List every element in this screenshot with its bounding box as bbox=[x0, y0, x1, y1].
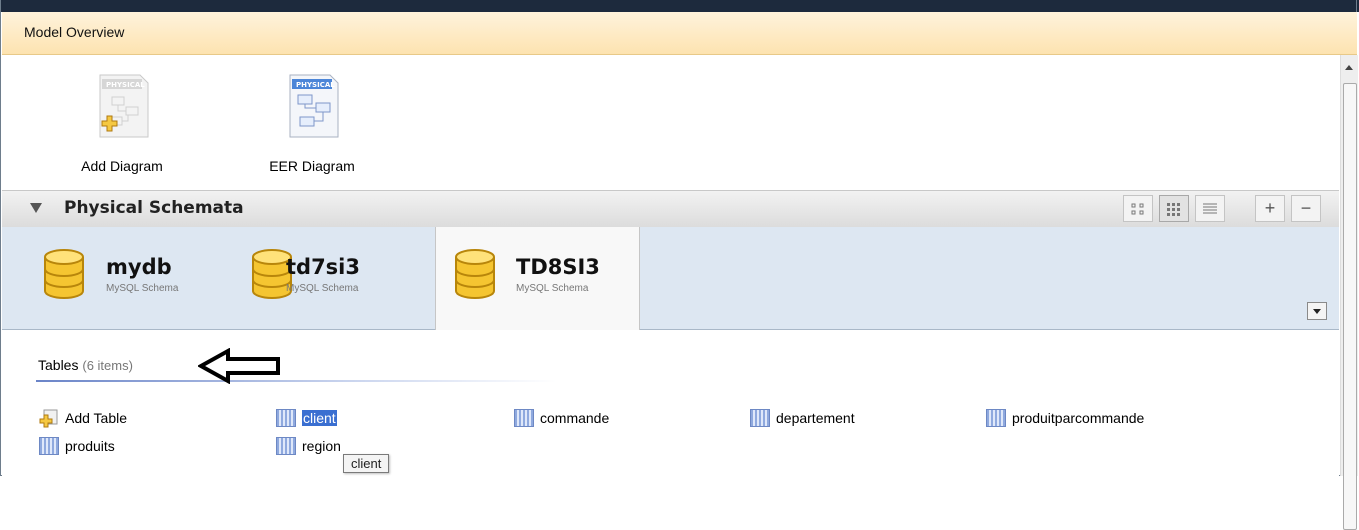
add-schema-button[interactable]: + bbox=[1255, 195, 1285, 222]
panel-title-bar: Model Overview bbox=[2, 12, 1357, 55]
svg-text:PHYSICAL: PHYSICAL bbox=[296, 81, 335, 89]
table-icon bbox=[514, 409, 534, 427]
panel-title: Model Overview bbox=[24, 24, 125, 40]
table-item-produitparcommande[interactable]: produitparcommande bbox=[986, 408, 1144, 428]
schema-tab-strip: mydb MySQL Schema td7si3 MySQL Schema TD… bbox=[2, 227, 1339, 330]
database-icon bbox=[44, 249, 84, 299]
eer-diagram-icon: PHYSICAL bbox=[289, 74, 339, 138]
table-icon bbox=[750, 409, 770, 427]
add-diagram-icon: PHYSICAL bbox=[99, 74, 149, 138]
collapse-triangle-icon[interactable] bbox=[30, 203, 42, 213]
scrollbar-thumb[interactable] bbox=[1343, 83, 1357, 530]
table-icon bbox=[39, 437, 59, 455]
physical-schemata-title: Physical Schemata bbox=[64, 198, 244, 218]
medium-icons-view-button[interactable] bbox=[1159, 195, 1189, 222]
table-name: produitparcommande bbox=[1012, 410, 1145, 426]
tables-heading: Tables (6 items) bbox=[38, 357, 133, 373]
table-name: produits bbox=[65, 438, 115, 454]
list-view-button[interactable] bbox=[1195, 195, 1225, 222]
remove-schema-button[interactable]: − bbox=[1291, 195, 1321, 222]
schema-subtitle: MySQL Schema bbox=[106, 283, 179, 294]
vertical-scrollbar[interactable] bbox=[1340, 55, 1358, 530]
eer-diagram-label: EER Diagram bbox=[269, 158, 355, 174]
schema-name: mydb bbox=[106, 255, 172, 279]
schema-subtitle: MySQL Schema bbox=[516, 283, 589, 294]
add-table-label: Add Table bbox=[65, 410, 128, 426]
table-icon bbox=[986, 409, 1006, 427]
scroll-up-icon[interactable] bbox=[1345, 65, 1353, 70]
table-icon bbox=[276, 409, 296, 427]
svg-text:PHYSICAL: PHYSICAL bbox=[106, 81, 145, 89]
schema-subtitle: MySQL Schema bbox=[286, 283, 359, 294]
left-arrow-annotation-icon bbox=[198, 348, 280, 384]
dropdown-arrow-icon bbox=[1313, 309, 1321, 314]
schema-tab-td8si3[interactable]: TD8SI3 MySQL Schema bbox=[435, 227, 640, 330]
table-name: commande bbox=[540, 410, 610, 426]
small-icons-view-button[interactable] bbox=[1123, 195, 1153, 222]
list-view-icon bbox=[1203, 203, 1217, 213]
tables-section: Tables (6 items) Add Table client comman… bbox=[2, 330, 1339, 476]
schema-tab-mydb[interactable]: mydb MySQL Schema bbox=[32, 227, 222, 329]
add-table-button[interactable]: Add Table bbox=[39, 408, 127, 428]
schema-tab-td7si3[interactable]: td7si3 MySQL Schema bbox=[240, 227, 430, 329]
database-icon bbox=[455, 249, 495, 299]
schema-name: td7si3 bbox=[286, 255, 360, 279]
table-item-client[interactable]: client bbox=[276, 408, 337, 428]
diagrams-section: PHYSICAL Add Diagram PHYSICAL EER Diagra… bbox=[2, 55, 1339, 190]
table-item-commande[interactable]: commande bbox=[514, 408, 609, 428]
schema-name: TD8SI3 bbox=[516, 255, 600, 279]
small-icons-view-icon bbox=[1131, 203, 1144, 214]
add-table-icon bbox=[39, 408, 59, 428]
tables-heading-underline bbox=[36, 380, 556, 382]
table-icon bbox=[276, 437, 296, 455]
schema-dropdown-button[interactable] bbox=[1307, 302, 1327, 320]
tables-label: Tables bbox=[38, 357, 79, 373]
tables-count: (6 items) bbox=[82, 358, 133, 373]
table-name: client bbox=[302, 410, 337, 426]
table-item-departement[interactable]: departement bbox=[750, 408, 855, 428]
physical-schemata-header[interactable]: Physical Schemata + − bbox=[2, 190, 1339, 228]
tooltip: client bbox=[343, 454, 390, 473]
medium-icons-view-icon bbox=[1167, 202, 1180, 216]
table-name: region bbox=[302, 438, 341, 454]
table-item-region[interactable]: region bbox=[276, 436, 341, 456]
table-name: departement bbox=[776, 410, 855, 426]
add-diagram-label: Add Diagram bbox=[81, 158, 163, 174]
table-item-produits[interactable]: produits bbox=[39, 436, 115, 456]
